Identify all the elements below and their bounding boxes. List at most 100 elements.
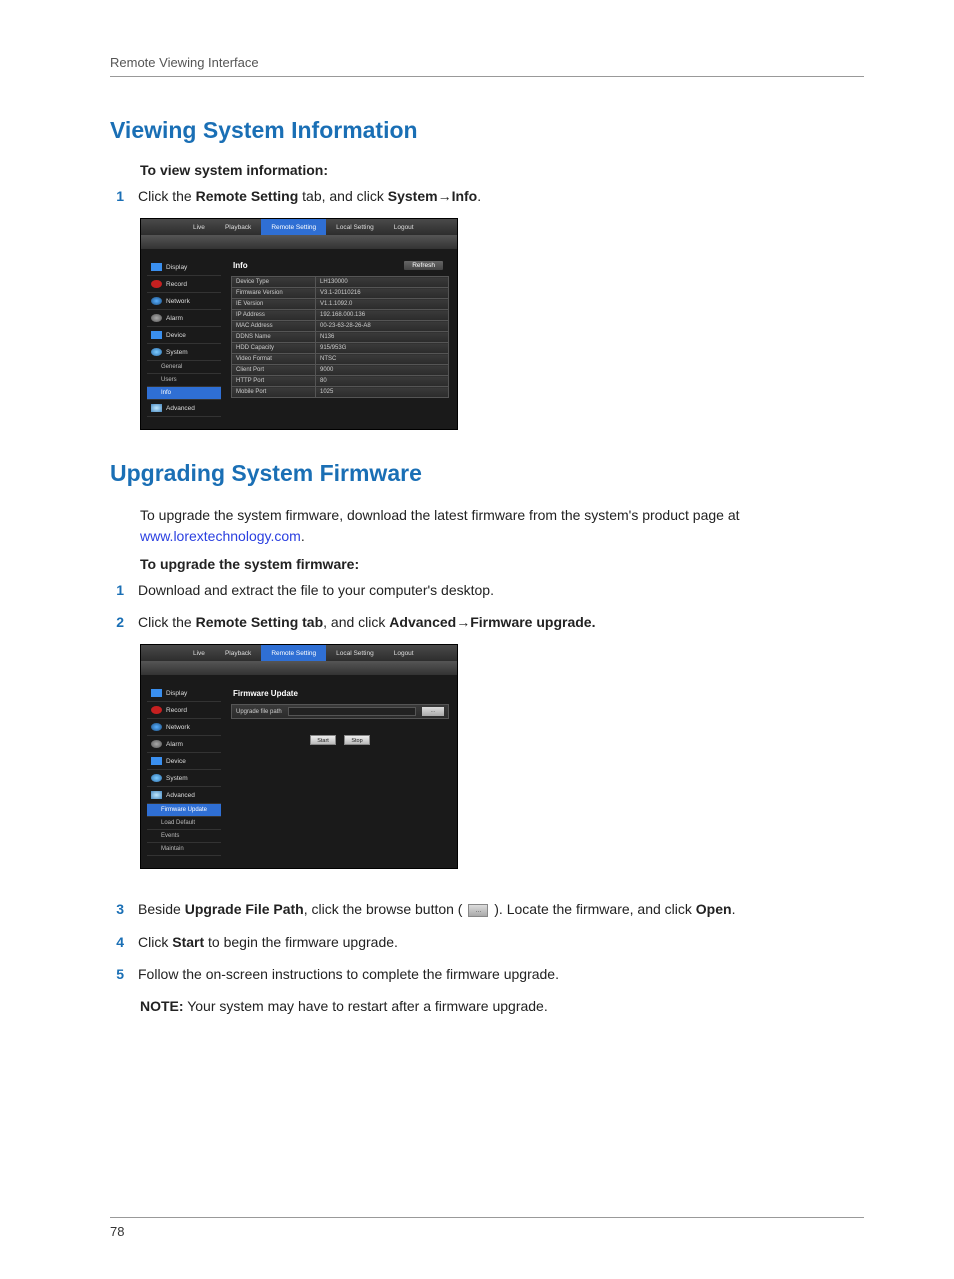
start-button[interactable]: Start	[310, 735, 336, 745]
inline-browse-icon: ...	[468, 904, 488, 917]
table-row: HDD Capacity915/953G	[232, 343, 449, 354]
shot-subbar	[141, 661, 457, 675]
sidebar-item-alarm[interactable]: Alarm	[147, 310, 221, 327]
stop-button[interactable]: Stop	[344, 735, 370, 745]
sidebar-item-device[interactable]: Device	[147, 327, 221, 344]
record-icon	[151, 280, 162, 288]
shot-sidebar: Display Record Network Alarm Device Syst…	[147, 685, 221, 856]
device-icon	[151, 757, 162, 765]
sidebar-sub-info[interactable]: Info	[147, 387, 221, 400]
sidebar-sub-firmware[interactable]: Firmware Update	[147, 804, 221, 817]
tab-logout[interactable]: Logout	[384, 645, 424, 661]
intro-view-system-info: To view system information:	[140, 162, 864, 178]
table-row: Mobile Port1025	[232, 387, 449, 398]
alarm-icon	[151, 314, 162, 322]
lorex-link[interactable]: www.lorextechnology.com	[140, 528, 301, 544]
sidebar-item-record[interactable]: Record	[147, 702, 221, 719]
info-table: Device TypeLH130000Firmware VersionV3.1-…	[231, 276, 449, 398]
firmware-title: Firmware Update	[231, 685, 449, 704]
advanced-icon	[151, 791, 162, 799]
tab-playback[interactable]: Playback	[215, 219, 261, 235]
alarm-icon	[151, 740, 162, 748]
upgrade-path-row: Upgrade file path ...	[231, 704, 449, 719]
display-icon	[151, 689, 162, 697]
refresh-button[interactable]: Refresh	[404, 261, 443, 270]
device-icon	[151, 331, 162, 339]
tab-playback[interactable]: Playback	[215, 645, 261, 661]
step-number: 2	[110, 612, 124, 632]
step-number: 5	[110, 964, 124, 984]
sidebar-item-alarm[interactable]: Alarm	[147, 736, 221, 753]
table-row: Firmware VersionV3.1-20110216	[232, 288, 449, 299]
sidebar-sub-load-default[interactable]: Load Default	[147, 817, 221, 830]
tab-local-setting[interactable]: Local Setting	[326, 219, 384, 235]
header-rule	[110, 76, 864, 77]
firmware-desc: To upgrade the system firmware, download…	[140, 505, 864, 546]
screenshot-info-panel: Live Playback Remote Setting Local Setti…	[140, 218, 458, 430]
sidebar-sub-maintain[interactable]: Maintain	[147, 843, 221, 856]
sidebar-item-device[interactable]: Device	[147, 753, 221, 770]
step-text: Click the Remote Setting tab, and click …	[138, 612, 864, 632]
step-text: Download and extract the file to your co…	[138, 580, 864, 600]
sidebar-item-advanced[interactable]: Advanced	[147, 787, 221, 804]
step-number: 1	[110, 186, 124, 206]
step-number: 1	[110, 580, 124, 600]
footer-rule	[110, 1217, 864, 1218]
tab-live[interactable]: Live	[183, 219, 215, 235]
system-icon	[151, 774, 162, 782]
tab-remote-setting[interactable]: Remote Setting	[261, 645, 326, 661]
firmware-panel: Firmware Update Upgrade file path ... St…	[231, 685, 449, 856]
advanced-icon	[151, 404, 162, 412]
step-text: Click Start to begin the firmware upgrad…	[138, 932, 864, 952]
sidebar-sub-events[interactable]: Events	[147, 830, 221, 843]
step-number: 3	[110, 899, 124, 919]
upgrade-path-input[interactable]	[288, 707, 416, 716]
step-text: Follow the on-screen instructions to com…	[138, 964, 864, 984]
heading-viewing-system-info: Viewing System Information	[110, 117, 864, 144]
info-title: Info	[233, 261, 248, 270]
display-icon	[151, 263, 162, 271]
intro-upgrade-firmware: To upgrade the system firmware:	[140, 556, 864, 572]
sidebar-sub-users[interactable]: Users	[147, 374, 221, 387]
sidebar-item-advanced[interactable]: Advanced	[147, 400, 221, 417]
shot-subbar	[141, 235, 457, 249]
network-icon	[151, 297, 162, 305]
record-icon	[151, 706, 162, 714]
step-text: Beside Upgrade File Path, click the brow…	[138, 899, 864, 919]
sidebar-item-system[interactable]: System	[147, 770, 221, 787]
table-row: Device TypeLH130000	[232, 277, 449, 288]
tab-logout[interactable]: Logout	[384, 219, 424, 235]
screenshot-firmware-panel: Live Playback Remote Setting Local Setti…	[140, 644, 458, 869]
table-row: Video FormatNTSC	[232, 354, 449, 365]
table-row: DDNS NameN136	[232, 332, 449, 343]
browse-button[interactable]: ...	[422, 707, 444, 716]
table-row: IP Address192.168.000.136	[232, 310, 449, 321]
step-text: Click the Remote Setting tab, and click …	[138, 186, 864, 206]
step-number: 4	[110, 932, 124, 952]
table-row: MAC Address00-23-63-28-26-A8	[232, 321, 449, 332]
sidebar-item-system[interactable]: System	[147, 344, 221, 361]
table-row: Client Port9000	[232, 365, 449, 376]
upgrade-path-label: Upgrade file path	[236, 709, 282, 715]
sidebar-item-network[interactable]: Network	[147, 293, 221, 310]
sidebar-item-record[interactable]: Record	[147, 276, 221, 293]
system-icon	[151, 348, 162, 356]
tab-local-setting[interactable]: Local Setting	[326, 645, 384, 661]
note-text: NOTE: Your system may have to restart af…	[140, 996, 864, 1016]
sidebar-sub-general[interactable]: General	[147, 361, 221, 374]
sidebar-item-display[interactable]: Display	[147, 685, 221, 702]
network-icon	[151, 723, 162, 731]
shot-tab-bar: Live Playback Remote Setting Local Setti…	[141, 645, 457, 661]
page-header: Remote Viewing Interface	[110, 55, 864, 70]
page-number: 78	[110, 1224, 864, 1239]
heading-upgrading-firmware: Upgrading System Firmware	[110, 460, 864, 487]
table-row: HTTP Port80	[232, 376, 449, 387]
sidebar-item-display[interactable]: Display	[147, 259, 221, 276]
shot-tab-bar: Live Playback Remote Setting Local Setti…	[141, 219, 457, 235]
shot-sidebar: Display Record Network Alarm Device Syst…	[147, 259, 221, 417]
info-panel: Info Refresh Device TypeLH130000Firmware…	[231, 259, 449, 417]
tab-live[interactable]: Live	[183, 645, 215, 661]
sidebar-item-network[interactable]: Network	[147, 719, 221, 736]
tab-remote-setting[interactable]: Remote Setting	[261, 219, 326, 235]
table-row: IE VersionV1.1.1092.0	[232, 299, 449, 310]
